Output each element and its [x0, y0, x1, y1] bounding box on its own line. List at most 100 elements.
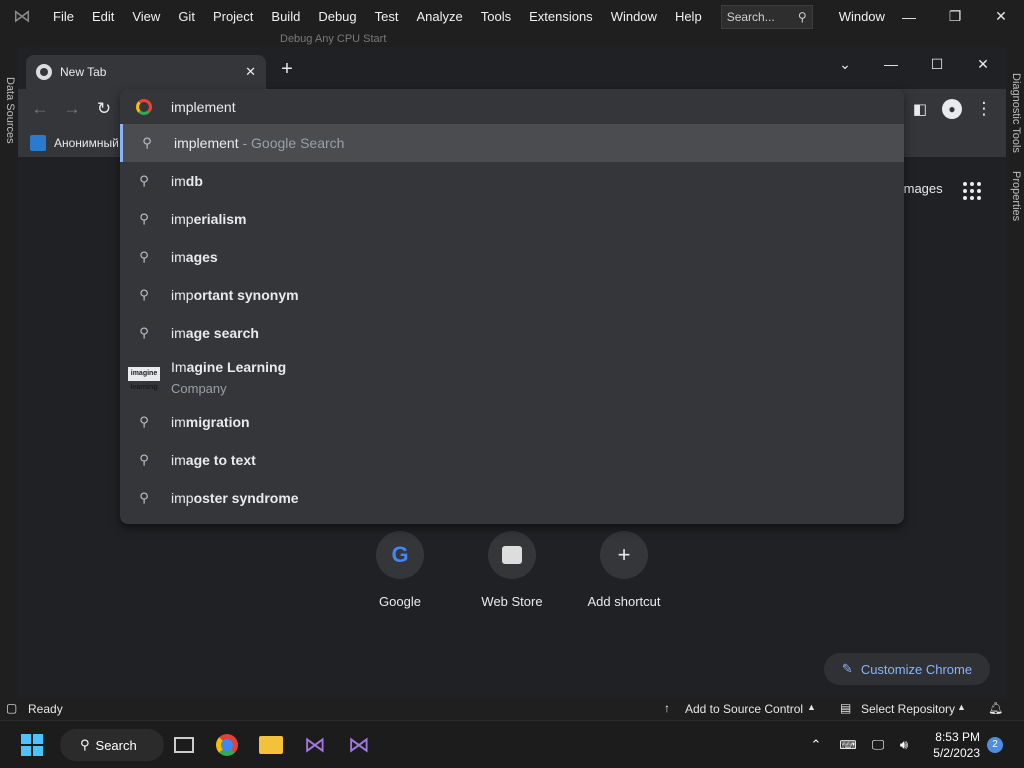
menu-project[interactable]: Project — [204, 0, 262, 33]
google-logo-icon: G — [376, 531, 424, 579]
search-icon: ⚲ — [139, 173, 149, 188]
suggestion-row[interactable]: ⚲ images — [120, 238, 904, 276]
google-apps-grid-icon[interactable] — [963, 182, 981, 200]
menu-file[interactable]: File — [44, 0, 83, 33]
suggestion-row[interactable]: ⚲ implement - Google Search — [120, 124, 904, 162]
entity-suggestion-row[interactable]: imagine learning Imagine Learning Compan… — [120, 353, 904, 399]
suggestion-prefix: imp — [171, 287, 194, 303]
chrome-taskbar-icon[interactable] — [211, 729, 243, 761]
bookmark-label: Анонимный — [54, 136, 119, 150]
suggestion-completion: age search — [185, 325, 259, 341]
suggestion-completion: agine Learning — [186, 359, 287, 375]
search-icon: ⚲ — [139, 249, 149, 264]
menu-build[interactable]: Build — [262, 0, 309, 33]
menu-debug[interactable]: Debug — [309, 0, 365, 33]
clock-date: 5/2/2023 — [933, 746, 980, 760]
omnibox[interactable] — [120, 89, 904, 124]
vs-status-bar: ▢ Ready ↑ Add to Source Control ▲ ▤ Sele… — [0, 698, 1024, 720]
new-tab-button[interactable]: + — [276, 59, 298, 81]
suggestion-prefix: im — [171, 249, 186, 265]
task-view-icon[interactable] — [168, 729, 200, 761]
suggestion-prefix: im — [171, 325, 186, 341]
profile-avatar-icon[interactable]: ● — [940, 97, 964, 121]
tab-strip: New Tab ✕ + ⌄ — ☐ ✕ — [18, 47, 1006, 89]
forward-arrow-icon[interactable]: → — [60, 97, 84, 121]
menu-tools[interactable]: Tools — [472, 0, 520, 33]
customize-chrome-button[interactable]: ✎ Customize Chrome — [824, 653, 990, 685]
visual-studio-2-icon[interactable]: ⋈ — [343, 729, 375, 761]
suggestion-row[interactable]: ⚲ imdb — [120, 162, 904, 200]
menu-git[interactable]: Git — [169, 0, 204, 33]
vs-close-button[interactable]: ✕ — [978, 0, 1024, 33]
chrome-maximize-button[interactable]: ☐ — [914, 51, 960, 77]
menu-view[interactable]: View — [123, 0, 169, 33]
menu-window[interactable]: Window — [602, 0, 666, 33]
status-ready-text: Ready — [28, 702, 63, 716]
visual-studio-icon[interactable]: ⋈ — [299, 729, 331, 761]
bookmark-item[interactable]: Анонимный — [30, 131, 119, 155]
windows-start-icon[interactable] — [16, 729, 48, 761]
tab-title: New Tab — [60, 65, 107, 79]
status-output-icon: ▢ — [6, 701, 18, 715]
suggestion-row[interactable]: ⚲ imperialism — [120, 200, 904, 238]
tab-search-chevron-icon[interactable]: ⌄ — [822, 51, 868, 77]
notifications-bell-icon[interactable]: 🔔︎ — [988, 701, 1003, 715]
keyboard-icon[interactable]: ⌨ — [832, 729, 864, 761]
menu-help[interactable]: Help — [666, 0, 711, 33]
data-sources-tab[interactable]: Data Sources — [4, 77, 16, 144]
reload-icon[interactable]: ↻ — [92, 97, 116, 121]
vs-search-box[interactable]: Search... ⚲ — [720, 4, 813, 29]
menu-extensions[interactable]: Extensions — [520, 0, 602, 33]
images-link[interactable]: Images — [900, 181, 943, 196]
add-to-source-control-button[interactable]: Add to Source Control — [685, 702, 803, 716]
taskbar-clock[interactable]: 8:53 PM 5/2/2023 — [918, 729, 980, 761]
suggestion-prefix: imp — [171, 490, 194, 506]
vs-maximize-button[interactable]: ❐ — [932, 0, 978, 33]
vs-minimize-button[interactable]: — — [886, 0, 932, 33]
volume-icon[interactable]: 🔊︎ — [888, 729, 920, 761]
shortcut-google[interactable]: G Google — [344, 531, 456, 609]
search-icon: ⚲ — [139, 325, 149, 340]
suggestion-row[interactable]: ⚲ important synonym — [120, 276, 904, 314]
google-g-icon — [136, 98, 152, 115]
taskbar-search-label: Search — [95, 737, 137, 753]
chrome-minimize-button[interactable]: — — [868, 51, 914, 77]
vs-right-tool-strip: Diagnostic Tools Properties — [1006, 47, 1024, 698]
properties-tab[interactable]: Properties — [1010, 171, 1022, 221]
chrome-menu-icon[interactable]: ⋮ — [972, 97, 996, 121]
hidden-icons-chevron-icon[interactable]: ⌃ — [800, 729, 832, 761]
suggestion-completion: db — [185, 173, 203, 189]
suggestion-row[interactable]: ⚲ image to text — [120, 441, 904, 479]
omnibox-dropdown: ⚲ implement - Google Search ⚲ imdb ⚲ imp… — [120, 89, 904, 524]
suggestion-prefix: im — [171, 452, 186, 468]
vs-toolbar-text: Debug Any CPU Start — [280, 33, 387, 45]
select-repository-button[interactable]: Select Repository — [861, 702, 955, 716]
suggestion-row[interactable]: ⚲ image search — [120, 314, 904, 352]
windows-taskbar: ⚲ Search ⋈ ⋈ ⌃ ⌨ 🖵︎ 🔊︎ 8:53 PM 5/2/2023 … — [0, 720, 1024, 768]
suggestion-prefix: im — [171, 414, 186, 430]
pencil-icon: ✎ — [841, 661, 853, 676]
diagnostic-tools-tab[interactable]: Diagnostic Tools — [1010, 73, 1022, 153]
customize-label: Customize Chrome — [860, 661, 973, 677]
tab-new-tab[interactable]: New Tab ✕ — [26, 55, 266, 89]
tab-close-icon[interactable]: ✕ — [245, 64, 256, 80]
vs-logo-icon: ⋈ — [13, 6, 31, 26]
menu-edit[interactable]: Edit — [83, 0, 123, 33]
side-panel-icon[interactable]: ◧ — [908, 97, 932, 121]
suggestion-row[interactable]: ⚲ imposter syndrome — [120, 479, 904, 517]
menu-analyze[interactable]: Analyze — [407, 0, 471, 33]
shortcut-label: Web Store — [481, 594, 543, 609]
shortcut-web-store[interactable]: Web Store — [456, 531, 568, 609]
chrome-close-button[interactable]: ✕ — [960, 51, 1006, 77]
shortcut-add[interactable]: + Add shortcut — [568, 531, 680, 609]
file-explorer-icon[interactable] — [255, 729, 287, 761]
suggestion-prefix: Im — [171, 359, 187, 375]
suggestion-row[interactable]: ⚲ immigration — [120, 403, 904, 441]
notification-badge[interactable]: 2 — [987, 737, 1003, 753]
omnibox-input[interactable] — [171, 98, 771, 115]
menu-test[interactable]: Test — [366, 0, 408, 33]
plus-icon: + — [600, 531, 648, 579]
back-arrow-icon[interactable]: ← — [28, 97, 52, 121]
taskbar-search-button[interactable]: ⚲ Search — [60, 729, 164, 761]
shortcut-label: Google — [379, 594, 421, 609]
